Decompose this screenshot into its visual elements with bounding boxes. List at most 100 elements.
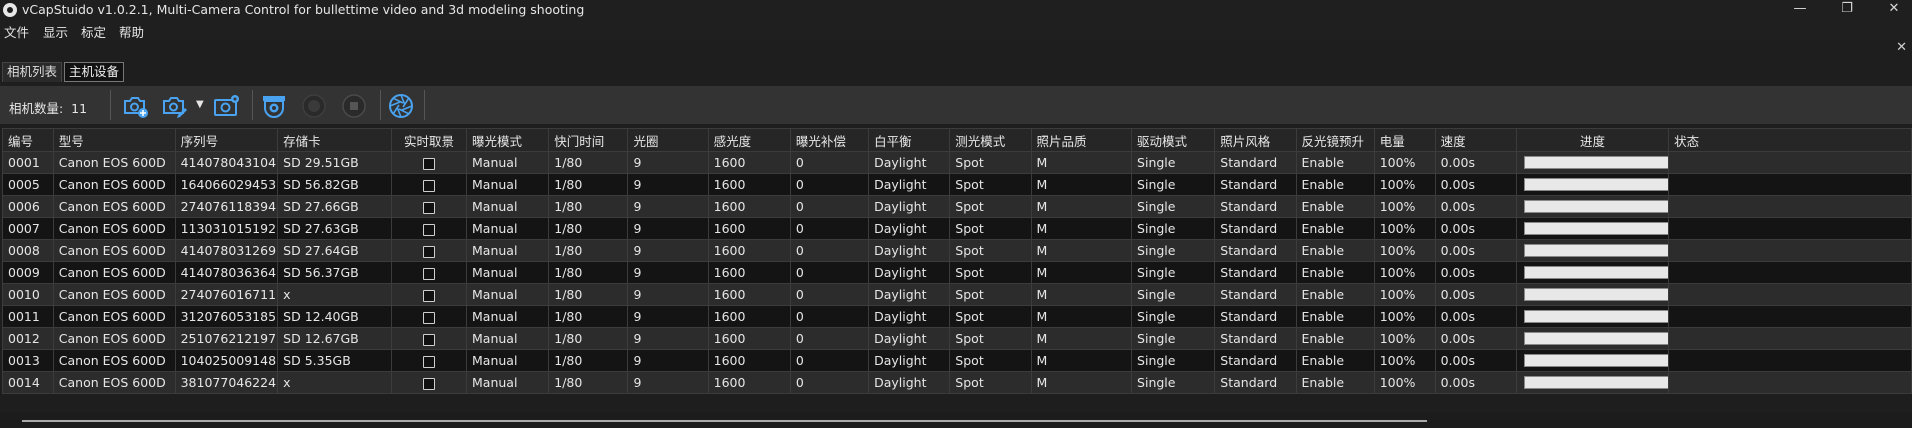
close-button[interactable]: ✕	[1876, 0, 1912, 20]
cell-shutter: 1/80	[548, 151, 629, 174]
cell-metering: Spot	[949, 261, 1032, 284]
cell-wb: Daylight	[868, 151, 951, 174]
cell-drive: Single	[1131, 217, 1216, 240]
column-header[interactable]: 电量	[1373, 128, 1436, 152]
column-header[interactable]: 序列号	[174, 128, 279, 152]
column-header[interactable]: 编号	[2, 128, 54, 152]
cell-drive: Single	[1131, 327, 1216, 350]
cell-shutter: 1/80	[548, 349, 629, 372]
cell-card: SD 56.82GB	[277, 173, 392, 196]
cell-model: Canon EOS 600D	[52, 371, 176, 394]
cell-id: 0012	[2, 327, 54, 350]
cell-quality: M	[1030, 283, 1133, 306]
column-header[interactable]: 感光度	[707, 128, 791, 152]
table-row[interactable]: 0013 Canon EOS 600D 104025009148 SD 5.35GB M…	[2, 349, 1912, 372]
cell-aperture: 9	[627, 239, 709, 262]
liveview-checkbox[interactable]	[422, 201, 435, 214]
column-header[interactable]: 快门时间	[548, 128, 629, 152]
column-header[interactable]: 照片品质	[1030, 128, 1133, 152]
liveview-checkbox[interactable]	[422, 223, 435, 236]
cell-status	[1668, 173, 1912, 196]
cell-battery: 100%	[1373, 261, 1436, 284]
camera-settings-icon[interactable]	[212, 92, 240, 120]
column-header[interactable]: 曝光模式	[466, 128, 550, 152]
edit-dropdown-arrow-icon[interactable]: ▼	[196, 99, 204, 110]
aperture-icon[interactable]	[387, 92, 415, 120]
cell-exposure: Manual	[466, 305, 550, 328]
menu-view[interactable]: 显示	[43, 22, 68, 41]
mdi-close-icon[interactable]: ✕	[1896, 40, 1907, 55]
menu-calibrate[interactable]: 标定	[81, 22, 106, 41]
liveview-checkbox[interactable]	[422, 311, 435, 324]
column-header[interactable]: 型号	[52, 128, 176, 152]
table-row[interactable]: 0010 Canon EOS 600D 274076016711 x Manual 1/8…	[2, 283, 1912, 306]
horizontal-scrollbar-thumb[interactable]	[22, 420, 1427, 422]
tab-camera-list[interactable]: 相机列表	[2, 62, 63, 82]
edit-camera-icon[interactable]	[160, 92, 188, 120]
column-header[interactable]: 实时取景	[390, 128, 468, 152]
dome-camera-icon[interactable]	[260, 92, 288, 120]
restore-button[interactable]: ❐	[1829, 0, 1865, 20]
cell-style: Standard	[1214, 217, 1297, 240]
cell-iso: 1600	[707, 239, 791, 262]
table-row[interactable]: 0005 Canon EOS 600D 164066029453 SD 56.82GB…	[2, 173, 1912, 196]
cell-exposure: Manual	[466, 151, 550, 174]
cell-drive: Single	[1131, 261, 1216, 284]
minimize-button[interactable]: —	[1782, 0, 1818, 20]
progress-bar	[1523, 178, 1668, 191]
cell-aperture: 9	[627, 305, 709, 328]
column-header[interactable]: 状态	[1668, 128, 1912, 152]
cell-battery: 100%	[1373, 371, 1436, 394]
cell-ev: 0	[789, 217, 870, 240]
cell-battery: 100%	[1373, 195, 1436, 218]
table-row[interactable]: 0007 Canon EOS 600D 113031015192 SD 27.63GB…	[2, 217, 1912, 240]
liveview-checkbox[interactable]	[422, 267, 435, 280]
column-header[interactable]: 驱动模式	[1131, 128, 1216, 152]
cell-battery: 100%	[1373, 327, 1436, 350]
column-header[interactable]: 光圈	[627, 128, 709, 152]
cell-style: Standard	[1214, 327, 1297, 350]
record-stop-icon[interactable]	[340, 92, 368, 120]
table-row[interactable]: 0011 Canon EOS 600D 312076053185 SD 12.40GB…	[2, 305, 1912, 328]
column-header[interactable]: 反光镜预升	[1295, 128, 1375, 152]
table-row[interactable]: 0006 Canon EOS 600D 274076118394 SD 27.66GB…	[2, 195, 1912, 218]
liveview-checkbox[interactable]	[422, 179, 435, 192]
column-header[interactable]: 白平衡	[868, 128, 951, 152]
column-header[interactable]: 曝光补偿	[789, 128, 870, 152]
liveview-checkbox[interactable]	[422, 157, 435, 170]
record-start-icon[interactable]	[300, 92, 328, 120]
cell-serial: 414078036364	[174, 261, 279, 284]
liveview-checkbox[interactable]	[422, 289, 435, 302]
add-camera-icon[interactable]	[121, 92, 149, 120]
menu-file[interactable]: 文件	[4, 22, 29, 41]
column-header[interactable]: 照片风格	[1214, 128, 1297, 152]
cell-aperture: 9	[627, 327, 709, 350]
horizontal-scrollbar[interactable]	[0, 412, 1912, 428]
cell-wb: Daylight	[868, 239, 951, 262]
cell-card: SD 27.63GB	[277, 217, 392, 240]
liveview-checkbox[interactable]	[422, 377, 435, 390]
liveview-checkbox[interactable]	[422, 333, 435, 346]
tab-host-devices[interactable]: 主机设备	[64, 62, 125, 82]
cell-model: Canon EOS 600D	[52, 239, 176, 262]
table-row[interactable]: 0008 Canon EOS 600D 414078031269 SD 27.64GB…	[2, 239, 1912, 262]
cell-ev: 0	[789, 327, 870, 350]
cell-exposure: Manual	[466, 173, 550, 196]
liveview-cell	[390, 349, 468, 372]
table-row[interactable]: 0009 Canon EOS 600D 414078036364 SD 56.37GB…	[2, 261, 1912, 284]
cell-id: 0010	[2, 283, 54, 306]
column-header[interactable]: 进度	[1515, 128, 1670, 152]
table-row[interactable]: 0001 Canon EOS 600D 414078043104 SD 29.51GB…	[2, 151, 1912, 174]
cell-mirror: Enable	[1295, 151, 1375, 174]
column-header[interactable]: 速度	[1434, 128, 1517, 152]
table-row[interactable]: 0012 Canon EOS 600D 251076212197 SD 12.67GB…	[2, 327, 1912, 350]
column-header[interactable]: 存储卡	[277, 128, 392, 152]
liveview-cell	[390, 173, 468, 196]
liveview-checkbox[interactable]	[422, 355, 435, 368]
liveview-checkbox[interactable]	[422, 245, 435, 258]
cell-iso: 1600	[707, 327, 791, 350]
cell-metering: Spot	[949, 305, 1032, 328]
menu-help[interactable]: 帮助	[119, 22, 144, 41]
table-row[interactable]: 0014 Canon EOS 600D 381077046224 x Manual 1/8…	[2, 371, 1912, 394]
column-header[interactable]: 测光模式	[949, 128, 1032, 152]
